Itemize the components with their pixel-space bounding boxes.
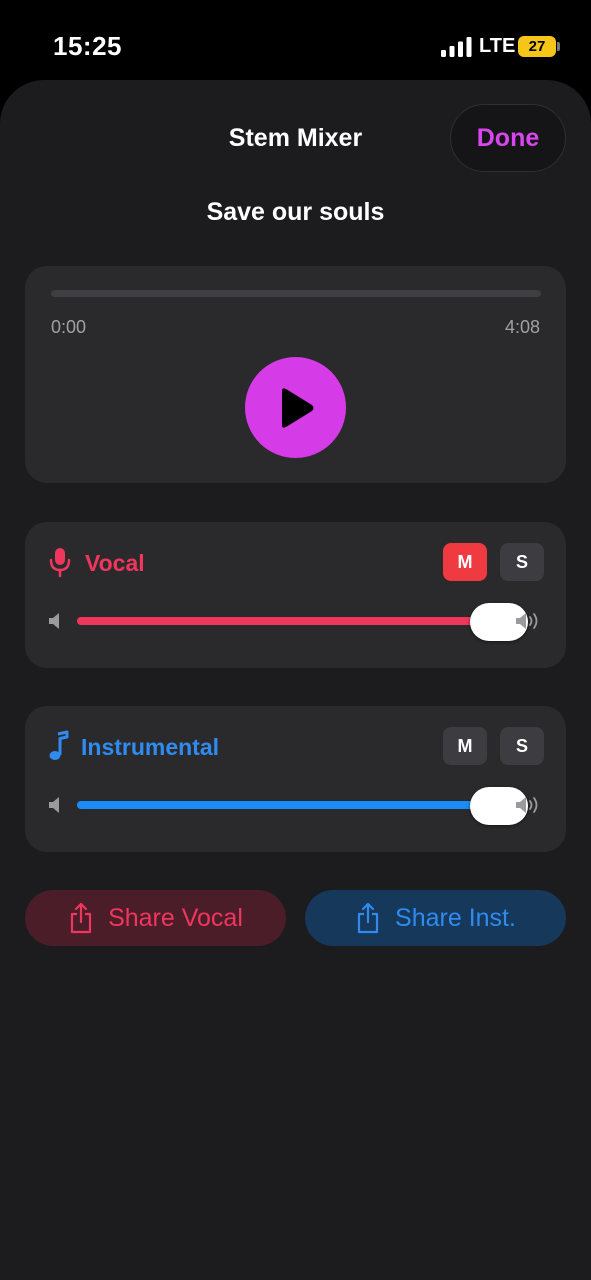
status-bar: 15:25 LTE 27: [0, 0, 591, 80]
duration-time: 4:08: [504, 317, 540, 337]
current-time: 0:00: [51, 317, 87, 337]
vocal-mute-button[interactable]: M: [443, 543, 487, 581]
play-icon: [281, 387, 313, 428]
instrumental-volume-slider[interactable]: [77, 801, 503, 809]
network-type: LTE: [479, 35, 516, 57]
volume-high-icon: [516, 797, 538, 813]
instrumental-solo-button[interactable]: S: [500, 727, 544, 765]
share-inst-label: Share Inst.: [395, 903, 516, 932]
vocal-label: Vocal: [85, 550, 145, 576]
player-card: 0:00 4:08: [25, 266, 566, 483]
battery-level: 27: [528, 38, 546, 55]
share-vocal-label: Share Vocal: [108, 903, 243, 932]
share-instrumental-button[interactable]: Share Inst.: [305, 890, 566, 946]
stem-mixer-sheet: Stem Mixer Done Save our souls 0:00 4:08…: [0, 80, 591, 1280]
instrumental-stem-card: Instrumental M S: [25, 706, 566, 852]
share-icon: [70, 902, 92, 934]
microphone-icon: [49, 548, 71, 578]
volume-low-icon: [49, 613, 59, 629]
vocal-volume-fill: [77, 617, 503, 625]
battery-charging-icon: 27: [518, 36, 556, 57]
done-button[interactable]: Done: [450, 104, 566, 172]
vocal-solo-button[interactable]: S: [500, 543, 544, 581]
progress-track[interactable]: [51, 290, 541, 297]
music-note-icon: [49, 730, 69, 760]
battery-tip: [557, 42, 560, 51]
instrumental-label: Instrumental: [81, 734, 220, 760]
instrumental-mute-button[interactable]: M: [443, 727, 487, 765]
vocal-stem-card: Vocal M S: [25, 522, 566, 668]
song-title: Save our souls: [206, 198, 385, 226]
share-vocal-button[interactable]: Share Vocal: [25, 890, 286, 946]
instrumental-volume-fill: [77, 801, 503, 809]
volume-low-icon: [49, 797, 59, 813]
share-icon: [357, 902, 379, 934]
volume-high-icon: [516, 613, 538, 629]
status-time: 15:25: [53, 31, 122, 61]
play-button[interactable]: [245, 357, 346, 458]
vocal-volume-slider[interactable]: [77, 617, 503, 625]
signal-bars-icon: [441, 37, 472, 57]
